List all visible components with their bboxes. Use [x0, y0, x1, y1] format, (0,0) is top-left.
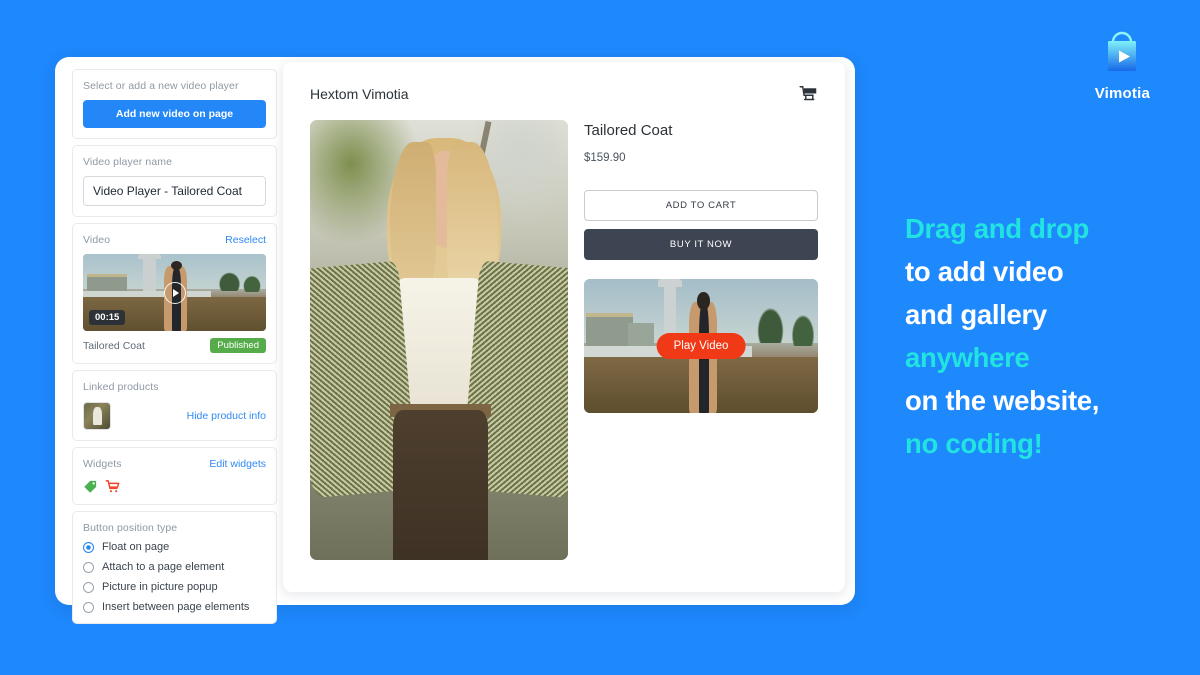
shopping-cart-icon[interactable] [105, 479, 120, 494]
select-player-label: Select or add a new video player [83, 80, 239, 92]
button-position-label: Button position type [83, 522, 178, 534]
radio-indicator[interactable] [83, 561, 94, 573]
brand-logo-block: Vimotia [1095, 28, 1150, 102]
widget-palm-left [752, 300, 788, 344]
video-caption: Tailored Coat [83, 339, 145, 352]
radio-picture-in-picture[interactable]: Picture in picture popup [83, 581, 266, 593]
buy-it-now-button[interactable]: BUY IT NOW [584, 229, 818, 260]
headline-text: anywhere [905, 342, 1030, 373]
marketing-headline: Drag and drop to add video and gallery a… [905, 207, 1195, 465]
headline-text: on the website, [905, 385, 1100, 416]
headline-line-1: Drag and drop [905, 207, 1195, 250]
headline-line-5: on the website, [905, 379, 1195, 422]
add-to-cart-button[interactable]: ADD TO CART [584, 190, 818, 221]
status-badge: Published [210, 338, 266, 353]
radio-label: Picture in picture popup [102, 581, 218, 593]
radio-label: Attach to a page element [102, 561, 225, 573]
headline-text: to add video [905, 256, 1064, 287]
panel-video: Video Reselect 00:15 Tailored Coat Publi… [72, 223, 277, 364]
product-detail-area: Tailored Coat $159.90 ADD TO CART BUY IT… [310, 120, 818, 560]
radio-label: Float on page [102, 541, 170, 553]
shopping-bag-play-icon [1108, 31, 1137, 71]
panel-select-player: Select or add a new video player Add new… [72, 69, 277, 139]
play-circle-icon[interactable] [163, 281, 186, 304]
headline-line-2: to add video [905, 250, 1195, 293]
widget-palm-right [787, 308, 818, 346]
headline-text: Drag and drop [905, 213, 1090, 244]
play-video-button[interactable]: Play Video [656, 333, 746, 359]
radio-float-on-page[interactable]: Float on page [83, 541, 266, 553]
edit-widgets-link[interactable]: Edit widgets [209, 458, 266, 470]
settings-sidebar: Select or add a new video player Add new… [72, 69, 277, 624]
add-new-video-button[interactable]: Add new video on page [83, 100, 266, 128]
linked-product-thumbnail[interactable] [83, 402, 111, 430]
store-header: Hextom Vimotia [310, 84, 818, 103]
linked-products-label: Linked products [83, 381, 159, 393]
radio-label: Insert between page elements [102, 601, 250, 613]
product-price: $159.90 [584, 152, 626, 164]
player-name-input[interactable] [83, 176, 266, 206]
radio-insert-between-elements[interactable]: Insert between page elements [83, 601, 266, 613]
radio-indicator[interactable] [83, 541, 94, 553]
video-thumbnail[interactable]: 00:15 [83, 254, 266, 331]
product-hero-image [310, 120, 568, 560]
hide-product-info-link[interactable]: Hide product info [187, 410, 266, 422]
embedded-video-widget[interactable]: Play Video [584, 279, 818, 413]
thumb-tower [138, 254, 162, 293]
store-name: Hextom Vimotia [310, 85, 409, 102]
widgets-label: Widgets [83, 458, 122, 470]
headline-line-3: and gallery [905, 293, 1195, 336]
headline-text: and gallery [905, 299, 1047, 330]
store-preview-panel: Hextom Vimotia Tailored Coat $159.90 ADD… [283, 62, 845, 592]
panel-button-position: Button position type Float on page Attac… [72, 511, 277, 624]
radio-indicator[interactable] [83, 601, 94, 613]
app-window-card: Select or add a new video player Add new… [55, 57, 855, 624]
panel-player-name: Video player name [72, 145, 277, 217]
hero-model-pants [392, 410, 488, 560]
headline-line-6: no coding! [905, 422, 1195, 465]
thumb-palm-right [240, 272, 265, 293]
brand-name: Vimotia [1094, 85, 1150, 102]
headline-line-4: anywhere [905, 336, 1195, 379]
headline-text: no coding! [905, 428, 1043, 459]
widget-building-a [586, 312, 634, 351]
product-title: Tailored Coat [584, 122, 673, 139]
product-info-column: Tailored Coat $159.90 ADD TO CART BUY IT… [584, 120, 818, 560]
panel-widgets: Widgets Edit widgets [72, 447, 277, 505]
radio-attach-to-element[interactable]: Attach to a page element [83, 561, 266, 573]
video-label: Video [83, 234, 111, 246]
cart-icon[interactable] [799, 84, 818, 103]
video-duration-badge: 00:15 [89, 310, 126, 325]
player-name-label: Video player name [83, 156, 173, 168]
button-position-radio-group: Float on page Attach to a page element P… [83, 541, 266, 613]
reselect-video-link[interactable]: Reselect [225, 234, 266, 246]
price-tag-icon[interactable] [83, 479, 98, 494]
thumb-model-head [170, 260, 182, 271]
radio-indicator[interactable] [83, 581, 94, 593]
panel-linked-products: Linked products Hide product info [72, 370, 277, 441]
